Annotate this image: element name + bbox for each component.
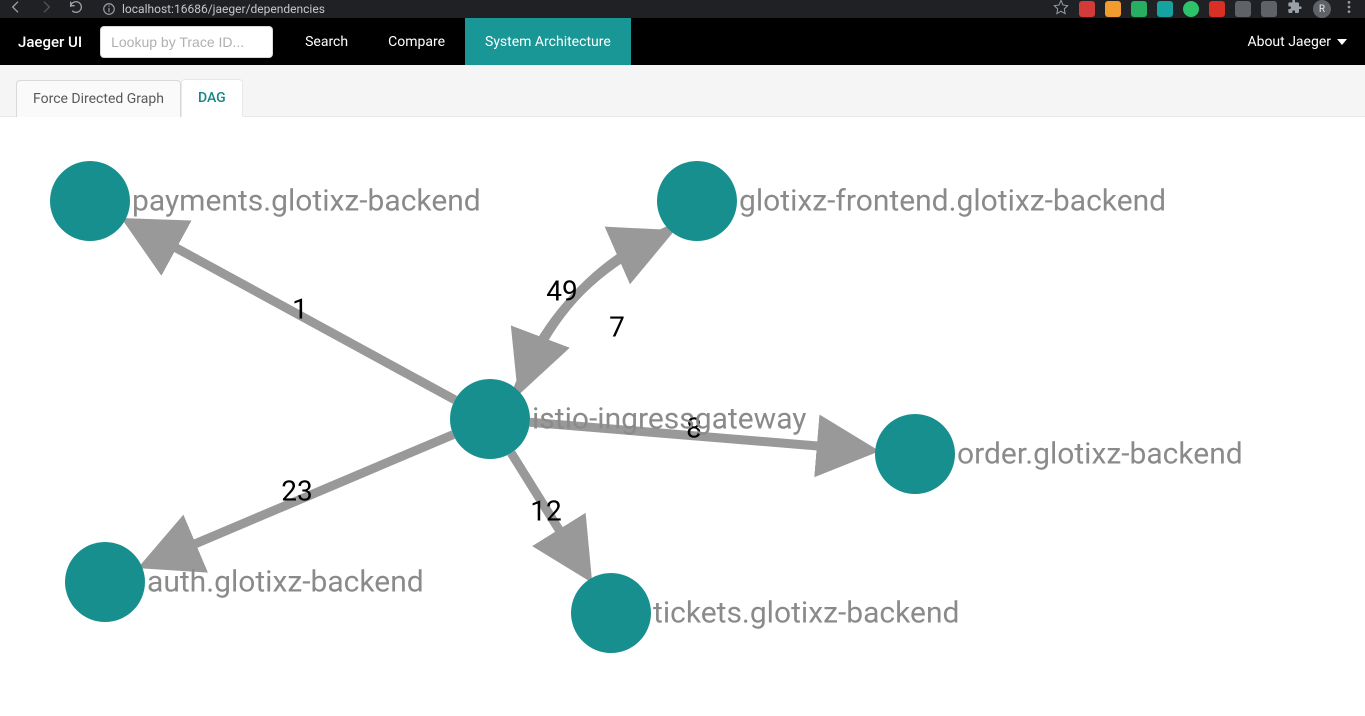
graph-node[interactable] (65, 542, 145, 622)
graph-node[interactable] (875, 414, 955, 494)
graph-edge (511, 453, 586, 574)
extension-icon[interactable] (1261, 1, 1277, 17)
graph-node[interactable] (450, 379, 530, 459)
extension-icon[interactable] (1235, 1, 1251, 17)
profile-avatar[interactable]: R (1313, 0, 1331, 18)
extension-icon[interactable] (1105, 1, 1121, 17)
graph-edge (147, 435, 453, 564)
extensions-puzzle-icon[interactable] (1287, 0, 1303, 19)
browser-chrome: localhost:16686/jaeger/dependencies R (0, 0, 1365, 18)
address-bar[interactable]: localhost:16686/jaeger/dependencies (94, 2, 1045, 16)
nav-system-architecture[interactable]: System Architecture (465, 18, 631, 65)
forward-icon[interactable] (38, 0, 54, 19)
graph-edge (530, 422, 869, 450)
extension-icon[interactable] (1157, 1, 1173, 17)
tab-strip: Force Directed Graph DAG (0, 65, 1365, 117)
extension-icon[interactable] (1209, 1, 1225, 17)
menu-dots-icon[interactable] (1341, 0, 1357, 19)
graph-edge (522, 230, 670, 386)
graph-edge (130, 223, 454, 400)
about-label: About Jaeger (1247, 34, 1331, 50)
site-info-icon (102, 2, 116, 16)
graph-node[interactable] (50, 161, 130, 241)
trace-id-input[interactable] (100, 26, 273, 58)
graph-node[interactable] (657, 161, 737, 241)
extension-icon[interactable] (1131, 1, 1147, 17)
dependency-graph[interactable]: 149782312payments.glotixz-backendglotixz… (0, 117, 1365, 716)
url-text: localhost:16686/jaeger/dependencies (122, 2, 325, 16)
tab-dag[interactable]: DAG (181, 79, 243, 117)
graph-node[interactable] (571, 573, 651, 653)
tab-force-directed[interactable]: Force Directed Graph (16, 80, 181, 117)
app-title[interactable]: Jaeger UI (0, 18, 100, 65)
graph-svg (0, 117, 1365, 716)
extension-icon[interactable] (1079, 1, 1095, 17)
nav-search[interactable]: Search (285, 18, 368, 65)
reload-icon[interactable] (68, 0, 84, 19)
about-menu[interactable]: About Jaeger (1229, 18, 1365, 65)
app-header: Jaeger UI Search Compare System Architec… (0, 18, 1365, 65)
nav-compare[interactable]: Compare (368, 18, 465, 65)
extension-icon[interactable] (1183, 1, 1199, 17)
back-icon[interactable] (8, 0, 24, 19)
graph-edge (518, 234, 666, 390)
chevron-down-icon (1337, 37, 1347, 47)
bookmark-icon[interactable] (1053, 0, 1069, 19)
